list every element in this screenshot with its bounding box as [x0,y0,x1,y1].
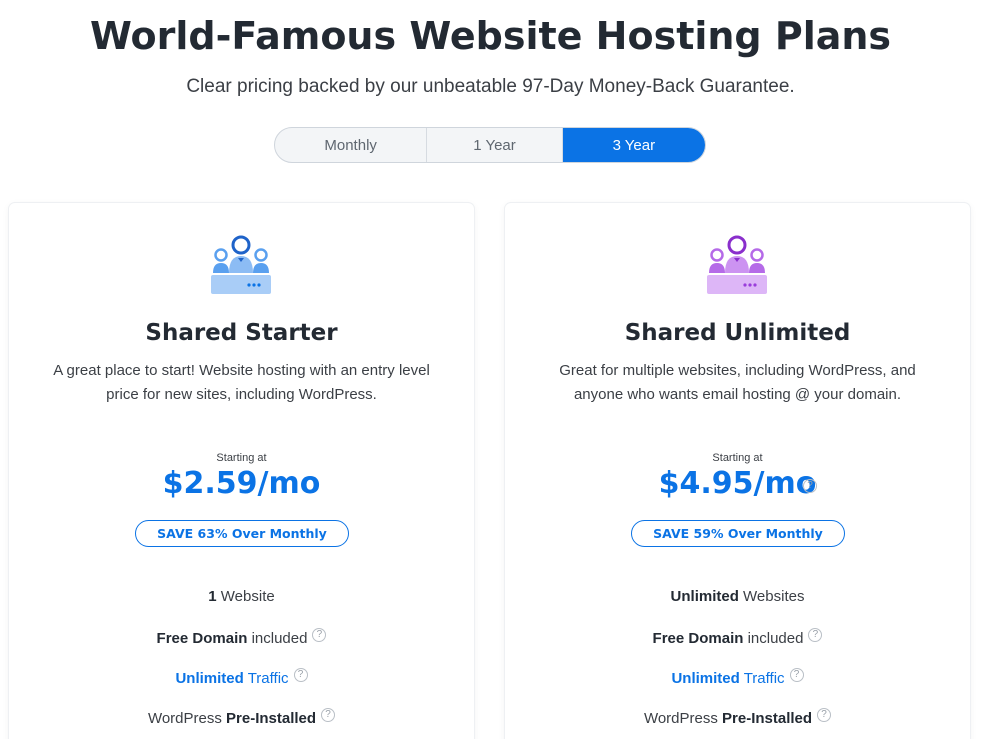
feature-traffic-label: Traffic [243,670,289,687]
plan-price: $4.95/mo [658,466,817,501]
feature-websites-label: Website [216,588,275,605]
help-icon[interactable]: ? [293,668,308,682]
help-icon[interactable]: ? [817,708,832,722]
feature-wp-bold: Pre-Installed [226,710,317,727]
traffic-link[interactable]: Unlimited Traffic [175,670,288,687]
feature-domain-bold: Free Domain [156,630,248,647]
feature-domain-label: included [743,630,804,647]
team-users-icon [211,235,271,294]
feature-websites-count: 1 [208,588,217,605]
term-option-1-year[interactable]: 1 Year [427,128,563,162]
feature-traffic: Unlimited Traffic? [505,668,970,687]
feature-websites: 1 Website [9,588,474,605]
plan-name: Shared Starter [145,320,338,346]
help-icon[interactable]: ? [312,628,327,642]
feature-traffic-bold: Unlimited [175,670,244,687]
help-icon[interactable]: ? [321,708,336,722]
feature-traffic: Unlimited Traffic? [9,668,474,687]
starting-at-label: Starting at [712,452,763,464]
feature-free-domain: Free Domain included? [9,628,474,647]
starting-at-label: Starting at [216,452,267,464]
feature-domain-label: included [247,630,308,647]
feature-traffic-bold: Unlimited [671,670,740,687]
feature-wp-label: WordPress [643,710,723,727]
plan-price: $2.59/mo [162,466,321,501]
feature-websites: Unlimited Websites [505,588,970,605]
page-title: World-Famous Website Hosting Plans [89,14,892,58]
feature-wp-label: WordPress [147,710,227,727]
feature-wordpress: WordPress Pre-Installed? [9,708,474,727]
billing-term-toggle: Monthly 1 Year 3 Year [274,127,706,163]
help-icon[interactable]: ? [808,628,823,642]
page-subtitle: Clear pricing backed by our unbeatable 9… [186,76,795,97]
plan-description: Great for multiple websites, including W… [559,362,916,403]
term-option-3-year[interactable]: 3 Year [562,128,705,162]
traffic-link[interactable]: Unlimited Traffic [671,670,784,687]
plan-name: Shared Unlimited [624,320,851,346]
feature-websites-label: Websites [738,588,805,605]
feature-wp-bold: Pre-Installed [722,710,813,727]
feature-domain-bold: Free Domain [652,630,744,647]
plan-card-shared-unlimited: Shared Unlimited Great for multiple webs… [505,203,970,739]
save-badge: SAVE 59% Over Monthly [631,520,845,547]
feature-websites-count: Unlimited [670,588,739,605]
feature-traffic-label: Traffic [739,670,785,687]
plan-card-shared-starter: Shared Starter A great place to start! W… [9,203,474,739]
term-option-monthly[interactable]: Monthly [275,128,428,162]
plan-description: A great place to start! Website hosting … [53,362,430,403]
save-badge: SAVE 63% Over Monthly [135,520,349,547]
feature-free-domain: Free Domain included? [505,628,970,647]
price-help-icon[interactable]: ? [803,479,817,493]
feature-wordpress: WordPress Pre-Installed? [505,708,970,727]
team-users-icon [707,235,767,294]
help-icon[interactable]: ? [789,668,804,682]
